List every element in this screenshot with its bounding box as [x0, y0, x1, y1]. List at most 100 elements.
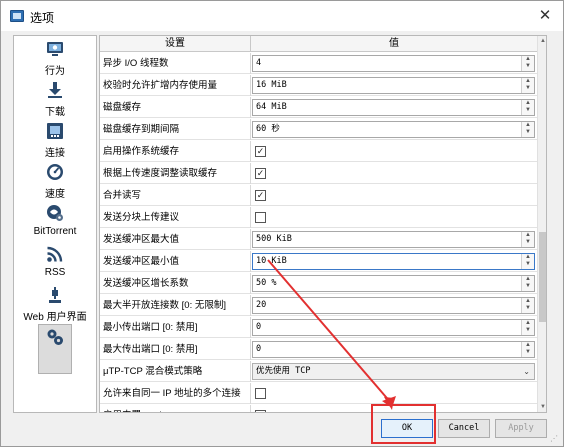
- nav-item-label: RSS: [44, 267, 66, 278]
- spin-up-arrow-icon[interactable]: ▲: [522, 122, 534, 129]
- spin-up-arrow-icon[interactable]: ▲: [522, 320, 534, 327]
- nav-item-bittorrent[interactable]: BitTorrent: [14, 204, 96, 237]
- spin-down-arrow-icon[interactable]: ▼: [522, 327, 534, 334]
- nav-item-rss[interactable]: RSS: [14, 245, 96, 278]
- spin-down-arrow-icon[interactable]: ▼: [522, 85, 534, 92]
- title-bar: 选项 ✕: [1, 1, 563, 31]
- table-row: μTP-TCP 混合模式策略 优先使用 TCP ⌄: [100, 361, 537, 382]
- setting-label: 磁盘缓存到期间隔: [103, 124, 180, 135]
- column-header-value[interactable]: 值: [251, 36, 537, 52]
- nav-item-advanced[interactable]: 高级: [14, 324, 96, 374]
- nav-item-label: 连接: [45, 148, 65, 159]
- monitor-icon: [46, 40, 64, 58]
- table-header: 设置 值: [100, 36, 537, 52]
- chevron-down-icon: ⌄: [523, 367, 530, 376]
- spin-up-arrow-icon[interactable]: ▲: [522, 276, 534, 283]
- network-icon: [46, 122, 64, 140]
- spin-up-arrow-icon[interactable]: ▲: [522, 254, 534, 261]
- async-io-threads-spinbox[interactable]: 4 ▲ ▼: [252, 55, 535, 72]
- nav-item-downloads[interactable]: 下载: [14, 81, 96, 118]
- table-row: 最大半开放连接数 [0: 无限制] 20 ▲ ▼: [100, 295, 537, 316]
- setting-label: 校验时允许扩增内存使用量: [103, 80, 218, 91]
- spin-up-arrow-icon[interactable]: ▲: [522, 342, 534, 349]
- table-row: 校验时允许扩增内存使用量 16 MiB ▲ ▼: [100, 75, 537, 96]
- scrollbar-thumb[interactable]: [539, 232, 546, 322]
- adjust-read-cache-checkbox[interactable]: ✓: [255, 168, 266, 179]
- nav-item-label: Web 用户界面: [23, 312, 87, 323]
- ok-button-highlight-annotation: [371, 404, 436, 444]
- apply-button[interactable]: Apply: [495, 419, 547, 438]
- spin-down-arrow-icon[interactable]: ▼: [522, 305, 534, 312]
- nav-item-label: 下载: [45, 107, 65, 118]
- spin-down-arrow-icon[interactable]: ▼: [522, 239, 534, 246]
- spin-up-arrow-icon[interactable]: ▲: [522, 100, 534, 107]
- disk-cache-spinbox[interactable]: 64 MiB ▲ ▼: [252, 99, 535, 116]
- embedded-tracker-checkbox[interactable]: [255, 410, 266, 412]
- max-half-open-connections-spinbox[interactable]: 20 ▲ ▼: [252, 297, 535, 314]
- nav-item-web-ui[interactable]: Web 用户界面: [14, 286, 96, 323]
- nav-item-label: 行为: [45, 66, 65, 77]
- setting-label: 发送缓冲区最大值: [103, 234, 180, 245]
- setting-label: 允许来自同一 IP 地址的多个连接: [103, 388, 241, 399]
- download-icon: [46, 81, 64, 99]
- setting-label: 合并读写: [103, 190, 142, 201]
- spin-up-arrow-icon[interactable]: ▲: [522, 298, 534, 305]
- disk-cache-expiry-spinbox[interactable]: 60 秒 ▲ ▼: [252, 121, 535, 138]
- setting-label: 启用操作系统缓存: [103, 146, 180, 157]
- table-row: 发送缓冲区最大值 500 KiB ▲ ▼: [100, 229, 537, 250]
- column-header-setting[interactable]: 设置: [100, 36, 250, 52]
- setting-label: μTP-TCP 混合模式策略: [103, 366, 203, 377]
- send-upload-piece-suggestions-checkbox[interactable]: [255, 212, 266, 223]
- nav-item-behavior[interactable]: 行为: [14, 40, 96, 77]
- checking-memory-spinbox[interactable]: 16 MiB ▲ ▼: [252, 77, 535, 94]
- close-button[interactable]: ✕: [529, 3, 561, 29]
- send-buffer-growth-spinbox[interactable]: 50 % ▲ ▼: [252, 275, 535, 292]
- gears-icon: [46, 328, 64, 346]
- send-buffer-min-spinbox[interactable]: 10 KiB ▲ ▼: [252, 253, 535, 270]
- spin-down-arrow-icon[interactable]: ▼: [522, 129, 534, 136]
- nav-item-speed[interactable]: 速度: [14, 163, 96, 200]
- web-ui-icon: [46, 286, 64, 304]
- table-row: 合并读写 ✓: [100, 185, 537, 206]
- table-row: 启用操作系统缓存 ✓: [100, 141, 537, 162]
- spin-down-arrow-icon[interactable]: ▼: [522, 349, 534, 356]
- table-row: 磁盘缓存 64 MiB ▲ ▼: [100, 97, 537, 118]
- spin-down-arrow-icon[interactable]: ▼: [522, 107, 534, 114]
- setting-label: 磁盘缓存: [103, 102, 142, 113]
- scroll-down-arrow-icon[interactable]: ▼: [538, 402, 546, 412]
- max-outgoing-port-spinbox[interactable]: 0 ▲ ▼: [252, 341, 535, 358]
- table-row: 发送分块上传建议: [100, 207, 537, 228]
- spin-down-arrow-icon[interactable]: ▼: [522, 283, 534, 290]
- table-row: 发送缓冲区增长系数 50 % ▲ ▼: [100, 273, 537, 294]
- scroll-up-arrow-icon[interactable]: ▲: [538, 36, 546, 46]
- coalesce-reads-writes-checkbox[interactable]: ✓: [255, 190, 266, 201]
- table-row: 最小传出端口 [0: 禁用] 0 ▲ ▼: [100, 317, 537, 338]
- speedometer-icon: [46, 163, 64, 181]
- spin-up-arrow-icon[interactable]: ▲: [522, 232, 534, 239]
- spin-down-arrow-icon[interactable]: ▼: [522, 261, 534, 268]
- setting-label: 异步 I/O 线程数: [103, 58, 169, 69]
- send-buffer-max-spinbox[interactable]: 500 KiB ▲ ▼: [252, 231, 535, 248]
- nav-item-connection[interactable]: 连接: [14, 122, 96, 159]
- setting-label: 发送缓冲区最小值: [103, 256, 180, 267]
- setting-label: 最大传出端口 [0: 禁用]: [103, 344, 198, 355]
- cancel-button[interactable]: Cancel: [438, 419, 490, 438]
- table-row: 允许来自同一 IP 地址的多个连接: [100, 383, 537, 404]
- advanced-settings-table: 设置 值 异步 I/O 线程数 4 ▲ ▼ 校验时允许扩增内存使用量 16 MiB…: [99, 35, 547, 413]
- table-row: 根据上传速度调整读取缓存 ✓: [100, 163, 537, 184]
- table-row: 启用内置 tracker: [100, 405, 537, 412]
- resize-grip-icon[interactable]: ⋰: [550, 433, 562, 445]
- min-outgoing-port-spinbox[interactable]: 0 ▲ ▼: [252, 319, 535, 336]
- multiple-connections-per-ip-checkbox[interactable]: [255, 388, 266, 399]
- setting-label: 发送缓冲区增长系数: [103, 278, 189, 289]
- utp-tcp-mixed-mode-select[interactable]: 优先使用 TCP ⌄: [252, 363, 535, 380]
- spin-up-arrow-icon[interactable]: ▲: [522, 78, 534, 85]
- vertical-scrollbar[interactable]: ▲ ▼: [537, 36, 546, 412]
- spin-down-arrow-icon[interactable]: ▼: [522, 63, 534, 70]
- table-row: 磁盘缓存到期间隔 60 秒 ▲ ▼: [100, 119, 537, 140]
- nav-item-label: BitTorrent: [33, 226, 77, 237]
- nav-item-label: 速度: [45, 189, 65, 200]
- table-row: 异步 I/O 线程数 4 ▲ ▼: [100, 53, 537, 74]
- spin-up-arrow-icon[interactable]: ▲: [522, 56, 534, 63]
- os-cache-checkbox[interactable]: ✓: [255, 146, 266, 157]
